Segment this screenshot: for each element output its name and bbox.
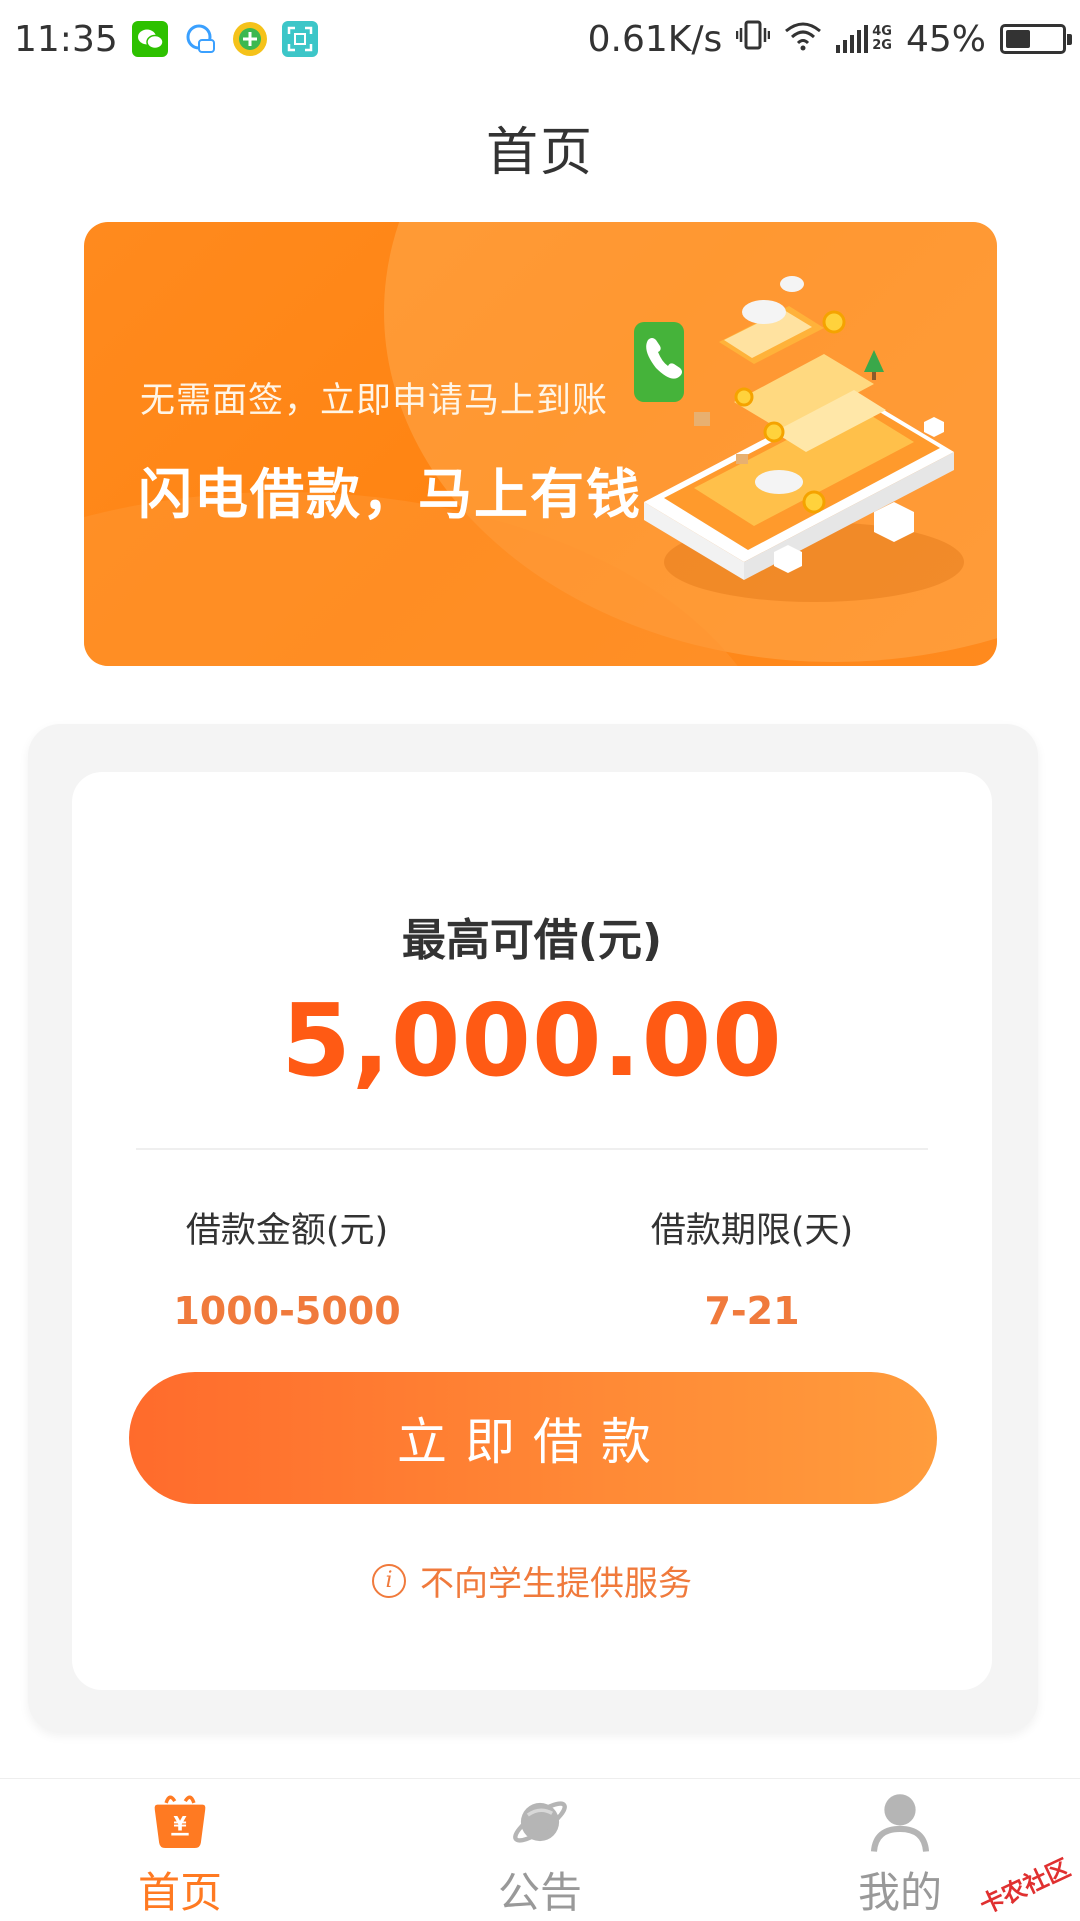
tab-announcements-label: 公告 [497,1868,582,1917]
status-bar-right: 0.61K/s 4G 2G 45% [587,18,1072,60]
page-title: 首页 [485,123,594,183]
wifi-icon [784,19,822,60]
loan-amount-range: 1000-5000 [173,1289,401,1333]
tab-home-label: 首页 [137,1868,222,1917]
student-notice: i 不向学生提供服务 [72,1556,992,1605]
signal-type-bottom: 2G [872,38,892,53]
tab-home[interactable]: ¥ 首页 [0,1779,360,1920]
wechat-icon [131,21,168,57]
loan-term-label: 借款期限(天) [650,1211,854,1251]
tab-profile-label: 我的 [857,1868,942,1917]
loan-amount-label: 借款金额(元) [185,1211,389,1251]
banner-subtitle: 无需面签，立即申请马上到账 [140,381,609,421]
loan-amount-info: 借款金额(元) 1000-5000 [117,1202,457,1333]
shopping-bag-yen-icon: ¥ [154,1795,206,1849]
max-loan-label: 最高可借(元) [401,915,663,966]
battery-icon [1000,24,1072,54]
battery-fill [1006,30,1031,48]
user-icon [870,1794,930,1852]
bottom-tab-bar: ¥ 首页 公告 我的 卡农社区 [0,1778,1080,1920]
max-loan-amount: 5,000.00 [281,982,783,1099]
network-speed: 0.61K/s [587,18,723,60]
planet-icon [513,1801,567,1843]
loan-card-container: 最高可借(元) 5,000.00 借款金额(元) 1000-5000 借款期限(… [28,724,1038,1732]
signal-type-top: 4G [872,24,892,39]
vibrate-icon [736,19,771,60]
qq-chat-icon [182,21,218,57]
tab-announcements[interactable]: 公告 [360,1779,720,1920]
banner-title: 闪电借款，马上有钱 [138,463,642,526]
promo-banner[interactable]: 无需面签，立即申请马上到账 闪电借款，马上有钱 [84,222,997,666]
divider [136,1148,928,1150]
svg-text:¥: ¥ [173,1813,187,1836]
plus-circle-icon [232,21,268,57]
battery-percent: 45% [905,18,986,60]
loan-term-range: 7-21 [704,1289,800,1333]
status-bar: 11:35 0.61K/s 4G 2G 45% [0,0,1080,78]
status-bar-left: 11:35 [14,19,318,60]
apply-loan-button[interactable]: 立即借款 [129,1372,937,1504]
cellular-signal-icon: 4G 2G [836,25,892,53]
student-notice-text: 不向学生提供服务 [420,1564,692,1604]
scan-icon [281,21,318,57]
info-icon: i [372,1563,406,1598]
loan-card: 最高可借(元) 5,000.00 借款金额(元) 1000-5000 借款期限(… [72,772,992,1690]
loan-term-info: 借款期限(天) 7-21 [582,1202,922,1333]
phone-illustration-icon [634,276,964,602]
status-time: 11:35 [14,18,118,60]
